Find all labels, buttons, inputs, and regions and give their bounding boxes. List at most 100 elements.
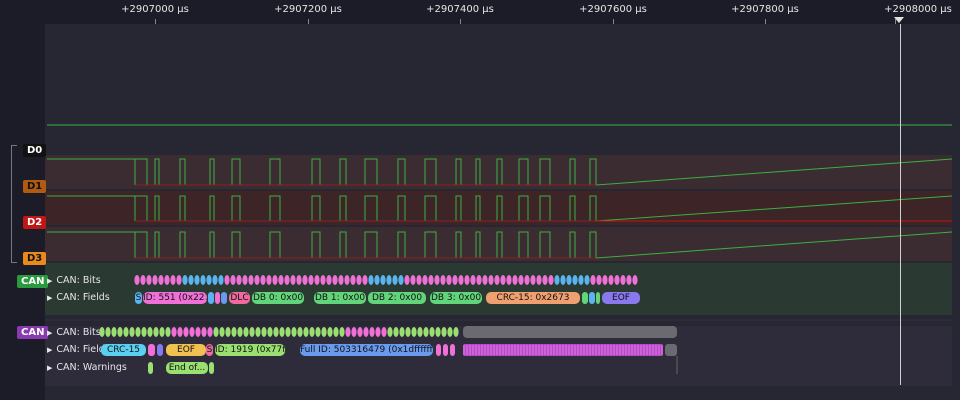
field-annotation[interactable]: ID: 551 (0x227) (143, 292, 207, 304)
cursor-marker-icon[interactable] (894, 17, 904, 23)
bit-marker (572, 275, 578, 285)
bit-marker (194, 275, 200, 285)
bit-marker (428, 275, 434, 285)
bit-marker (344, 275, 350, 285)
bit-marker (279, 327, 285, 337)
bit-marker (254, 275, 260, 285)
bit-marker (620, 275, 626, 285)
bit-marker (357, 327, 363, 337)
d2-trace (47, 195, 953, 222)
bit-marker (590, 275, 596, 285)
bit-marker (380, 275, 386, 285)
bit-marker (566, 275, 572, 285)
bit-marker (333, 327, 339, 337)
field-annotation[interactable]: EOF (602, 292, 640, 304)
bit-marker (429, 327, 435, 337)
bit-marker (134, 275, 140, 285)
bit-marker (512, 275, 518, 285)
bit-marker (518, 275, 524, 285)
bit-marker (146, 275, 152, 285)
field-annotation[interactable]: DB 1: 0x00 (314, 292, 366, 304)
bit-marker (177, 327, 183, 337)
bit-marker (332, 275, 338, 285)
time-cursor[interactable] (900, 24, 901, 385)
bit-marker (218, 275, 224, 285)
bit-marker (434, 275, 440, 285)
bit-marker (237, 327, 243, 337)
bit-marker (584, 275, 590, 285)
bit-marker (350, 275, 356, 285)
bit-marker (387, 327, 393, 337)
bit-marker (524, 275, 530, 285)
field-annotation[interactable]: Full ID: 503316479 (0x1dffffff) (300, 344, 433, 356)
bit-marker (470, 275, 476, 285)
bit-marker (602, 275, 608, 285)
bit-marker (560, 275, 566, 285)
bit-marker (435, 327, 441, 337)
bit-marker (530, 275, 536, 285)
bit-marker (536, 275, 542, 285)
field-connector (589, 292, 595, 304)
waveform-canvas (45, 124, 953, 374)
bit-marker (320, 275, 326, 285)
bit-marker (506, 275, 512, 285)
bit-marker (464, 275, 470, 285)
bit-marker (212, 275, 218, 285)
field-connector (582, 292, 588, 304)
bit-marker (368, 275, 374, 285)
field-connector (221, 292, 227, 304)
bit-marker (393, 327, 399, 337)
bits-overflow-block (463, 326, 677, 338)
bit-marker (152, 275, 158, 285)
bit-marker (206, 275, 212, 285)
bit-marker (236, 275, 242, 285)
bit-marker (140, 275, 146, 285)
field-annotation[interactable]: CRC-15: 0x2673 (486, 292, 580, 304)
bit-marker (500, 275, 506, 285)
field-annotation[interactable]: DB 2: 0x00 (368, 292, 426, 304)
bit-marker (278, 275, 284, 285)
bit-marker (614, 275, 620, 285)
warning-annotation[interactable]: End of... (166, 362, 208, 374)
bit-marker (596, 275, 602, 285)
annotation-overflow (665, 344, 677, 356)
bit-marker (548, 275, 554, 285)
warning-connector (148, 362, 153, 374)
bit-marker (195, 327, 201, 337)
bit-marker (249, 327, 255, 337)
bit-marker (153, 327, 159, 337)
bit-marker (440, 275, 446, 285)
field-annotation[interactable]: DLC (229, 292, 250, 304)
field-annotation[interactable]: DB 3: 0x00 (430, 292, 482, 304)
bit-marker (338, 275, 344, 285)
bit-marker (339, 327, 345, 337)
field-annotation[interactable]: S (206, 344, 213, 356)
bit-marker (446, 275, 452, 285)
bit-marker (398, 275, 404, 285)
bit-marker (213, 327, 219, 337)
field-annotation[interactable]: ID: 1919 (0x77f) (215, 344, 285, 356)
bit-marker (303, 327, 309, 337)
bit-marker (188, 275, 194, 285)
field-annotation[interactable]: DB 0: 0x00 (252, 292, 304, 304)
bit-marker (272, 275, 278, 285)
bit-marker (260, 275, 266, 285)
field-annotation[interactable]: EOF (166, 344, 206, 356)
bit-marker (405, 327, 411, 337)
bit-marker (284, 275, 290, 285)
bit-marker (314, 275, 320, 285)
bit-marker (417, 327, 423, 337)
bit-marker (266, 275, 272, 285)
field-connector (450, 344, 455, 356)
bit-marker (399, 327, 405, 337)
field-annotation[interactable]: S (135, 292, 142, 304)
bit-marker (158, 275, 164, 285)
bit-marker (296, 275, 302, 285)
field-annotation[interactable]: CRC-15 (101, 344, 146, 356)
bit-marker (315, 327, 321, 337)
bit-marker (494, 275, 500, 285)
bit-marker (381, 327, 387, 337)
bit-marker (231, 327, 237, 337)
bit-marker (422, 275, 428, 285)
bit-marker (375, 327, 381, 337)
